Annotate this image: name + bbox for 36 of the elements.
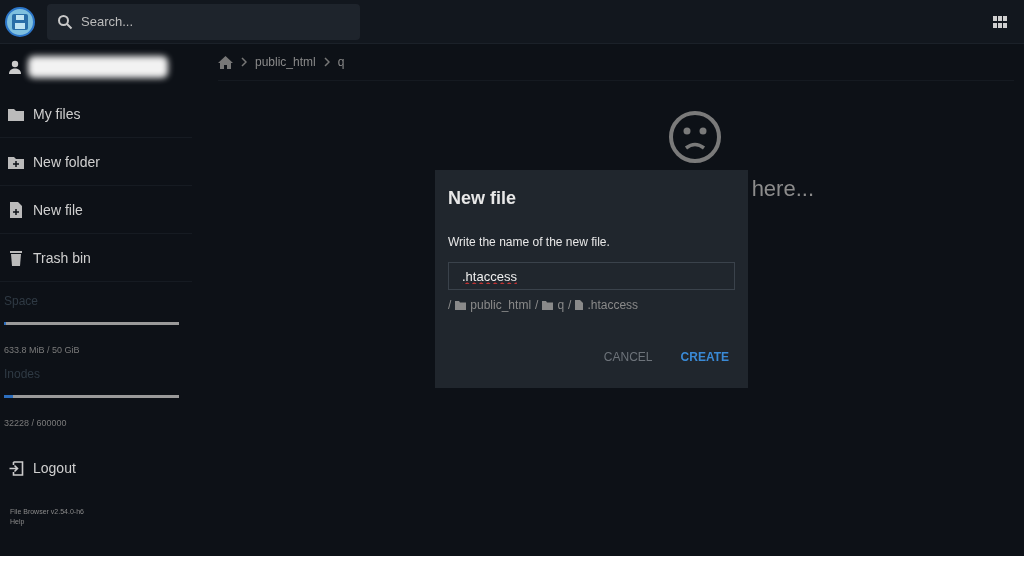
folder-plus-icon: [8, 154, 24, 169]
folder-icon: [8, 106, 24, 121]
path-separator: /: [448, 298, 452, 312]
file-plus-icon: [8, 201, 24, 218]
breadcrumb-link[interactable]: q: [337, 55, 345, 69]
chevron-icon: [323, 57, 330, 67]
create-button[interactable]: CREATE: [674, 346, 735, 368]
home-icon[interactable]: [218, 55, 233, 69]
logo-icon[interactable]: [5, 6, 35, 37]
dialog-text: Write the name of the new file.: [448, 235, 611, 249]
filename-input[interactable]: .htaccess: [448, 262, 735, 290]
path-separator: /: [535, 298, 539, 312]
sad-face-icon: [668, 110, 722, 164]
logout-icon: [8, 460, 24, 476]
breadcrumb-link[interactable]: public_html: [255, 55, 316, 69]
folder-icon: [455, 300, 467, 310]
grid-view-icon[interactable]: [993, 15, 1007, 28]
path-label: .htaccess: [587, 298, 639, 312]
file-icon: [575, 300, 584, 310]
search-field[interactable]: Search...: [47, 3, 360, 40]
trash-icon: [8, 249, 24, 266]
usage-reading: 32228 / 600000: [4, 418, 68, 428]
logout-button[interactable]: Logout: [0, 444, 192, 492]
sidebar-item[interactable]: Trash bin: [0, 234, 192, 282]
sidebar-item[interactable]: New folder: [0, 138, 192, 186]
path-label: q: [557, 298, 565, 312]
user-icon: [8, 60, 22, 74]
sidebar-item[interactable]: New file: [0, 186, 192, 234]
path-label: public_html: [470, 298, 532, 312]
path-separator: /: [568, 298, 572, 312]
sidebar-item[interactable]: My files: [0, 90, 192, 138]
usage-reading: 633.8 MiB / 50 GiB: [4, 345, 81, 355]
empty-message: here...: [751, 176, 814, 202]
dialog-title: New file: [448, 188, 518, 209]
chevron-icon: [241, 57, 247, 67]
folder-icon: [542, 300, 554, 310]
